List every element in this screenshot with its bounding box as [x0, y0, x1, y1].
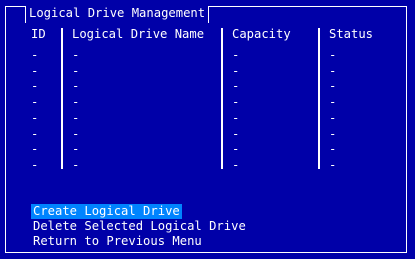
window-title: Logical Drive Management: [25, 6, 210, 23]
cell-name: -: [72, 110, 80, 125]
menu-item-create-logical-drive[interactable]: Create Logical Drive: [31, 204, 182, 219]
menu-item-delete-selected-logical-drive[interactable]: Delete Selected Logical Drive: [31, 219, 248, 234]
cell-id: -: [31, 79, 39, 94]
cell-status: -: [329, 142, 337, 157]
cell-capacity: -: [232, 157, 240, 172]
column-header-capacity: Capacity: [232, 27, 291, 41]
cell-id: -: [31, 142, 39, 157]
cell-capacity: -: [232, 63, 240, 78]
cell-capacity: -: [232, 48, 240, 62]
cell-status: -: [329, 95, 337, 110]
column-divider: [61, 28, 63, 169]
column-divider: [318, 28, 320, 169]
cell-status: -: [329, 79, 337, 94]
column-header-status: Status: [329, 27, 374, 41]
column-header-name: Logical Drive Name: [72, 27, 205, 41]
cell-status: -: [329, 48, 337, 62]
cell-capacity: -: [232, 110, 240, 125]
cell-name: -: [72, 126, 80, 141]
cell-id: -: [31, 157, 39, 172]
cell-id: -: [31, 63, 39, 78]
cell-id: -: [31, 95, 39, 110]
cell-name: -: [72, 95, 80, 110]
cell-capacity: -: [232, 95, 240, 110]
cell-id: -: [31, 126, 39, 141]
cell-name: -: [72, 63, 80, 78]
cell-name: -: [72, 157, 80, 172]
menu-item-return-to-previous-menu[interactable]: Return to Previous Menu: [31, 234, 204, 249]
cell-id: -: [31, 110, 39, 125]
cell-status: -: [329, 157, 337, 172]
column-divider: [221, 28, 223, 169]
cell-id: -: [31, 48, 39, 62]
cell-capacity: -: [232, 126, 240, 141]
cell-capacity: -: [232, 79, 240, 94]
cell-status: -: [329, 110, 337, 125]
cell-capacity: -: [232, 142, 240, 157]
cell-name: -: [72, 142, 80, 157]
cell-status: -: [329, 126, 337, 141]
action-menu: Create Logical Drive Delete Selected Log…: [31, 204, 248, 249]
column-header-id: ID: [31, 27, 46, 41]
cell-status: -: [329, 63, 337, 78]
cell-name: -: [72, 79, 80, 94]
cell-name: -: [72, 48, 80, 62]
